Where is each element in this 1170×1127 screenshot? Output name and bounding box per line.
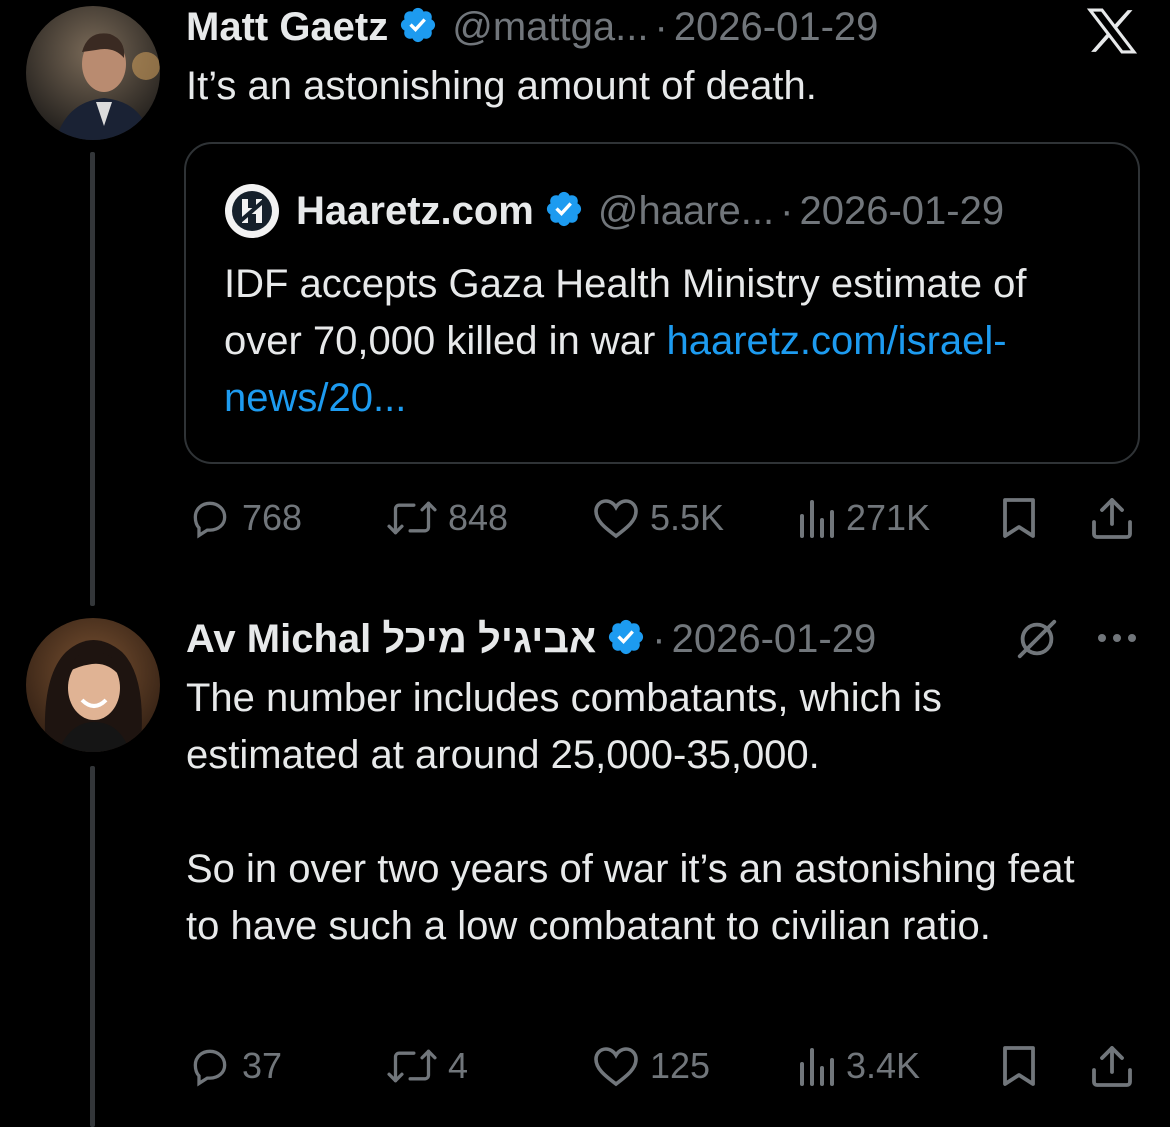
quote-author-name[interactable]: Haaretz.com — [296, 189, 534, 234]
tweet1-handle[interactable]: @mattga... — [452, 5, 648, 50]
repost-count: 848 — [448, 497, 509, 538]
reply-count: 768 — [242, 497, 303, 538]
reply-icon — [188, 1044, 232, 1088]
tweet2-paragraph-2: So in over two years of war it’s an asto… — [186, 847, 1075, 948]
share-icon — [1090, 1044, 1134, 1088]
like-count: 125 — [650, 1045, 711, 1086]
views-chart-icon — [796, 1044, 836, 1088]
tweet2-header: Av Michal אביגיל מיכל · 2026-01-29 — [186, 616, 876, 662]
separator-dot: · — [654, 4, 668, 49]
tweet2-author-name[interactable]: Av Michal אביגיל מיכל — [186, 617, 596, 662]
separator-dot: · — [652, 616, 666, 661]
thread-connector-line — [90, 766, 95, 1127]
verified-badge-icon — [606, 617, 646, 662]
views-chart-icon — [796, 496, 836, 540]
av-michal-avatar[interactable] — [26, 618, 160, 752]
tweet1-date[interactable]: 2026-01-29 — [674, 5, 879, 50]
tweet1-header: Matt Gaetz @mattga... · 2026-01-29 — [186, 4, 878, 50]
haaretz-logo-icon — [224, 183, 280, 239]
thread-connector-line — [90, 152, 95, 606]
quote-date[interactable]: 2026-01-29 — [799, 189, 1004, 234]
share-button[interactable] — [1090, 1044, 1134, 1088]
views-count: 271K — [846, 497, 931, 538]
verified-badge-icon — [544, 189, 584, 234]
separator-dot: · — [780, 188, 794, 233]
heart-icon — [592, 1044, 640, 1088]
tweet1-text: It’s an astonishing amount of death. — [186, 64, 817, 108]
views-count: 3.4K — [846, 1045, 921, 1086]
matt-gaetz-avatar[interactable] — [26, 6, 160, 140]
bookmark-icon — [998, 496, 1040, 540]
reply-button[interactable]: 768 — [188, 496, 302, 540]
tweet2-date[interactable]: 2026-01-29 — [672, 617, 877, 662]
heart-icon — [592, 496, 640, 540]
quote-text: IDF accepts Gaza Health Ministry estimat… — [224, 256, 1104, 427]
repost-icon — [386, 1044, 438, 1088]
x-logo-icon[interactable] — [1086, 8, 1138, 59]
share-button[interactable] — [1090, 496, 1134, 540]
like-count: 5.5K — [650, 497, 725, 538]
quote-header: Haaretz.com @haare... · 2026-01-29 — [224, 183, 1004, 239]
like-button[interactable]: 125 — [592, 1044, 710, 1088]
repost-count: 4 — [448, 1045, 469, 1086]
reply-count: 37 — [242, 1045, 283, 1086]
reply-button[interactable]: 37 — [188, 1044, 282, 1088]
repost-button[interactable]: 848 — [386, 496, 508, 540]
more-options-icon[interactable] — [1096, 630, 1138, 651]
bookmark-button[interactable] — [998, 496, 1040, 540]
bookmark-button[interactable] — [998, 1044, 1040, 1088]
verified-badge-icon — [398, 5, 438, 50]
reply-icon — [188, 496, 232, 540]
grok-icon[interactable] — [1014, 616, 1060, 667]
repost-button[interactable]: 4 — [386, 1044, 468, 1088]
repost-icon — [386, 496, 438, 540]
tweet2-text: The number includes combatants, which is… — [186, 670, 1116, 955]
tweet1-author-name[interactable]: Matt Gaetz — [186, 5, 388, 50]
like-button[interactable]: 5.5K — [592, 496, 724, 540]
quote-handle[interactable]: @haare... — [598, 189, 774, 234]
tweet2-paragraph-1: The number includes combatants, which is… — [186, 676, 942, 777]
bookmark-icon — [998, 1044, 1040, 1088]
views-button[interactable]: 271K — [796, 496, 930, 540]
share-icon — [1090, 496, 1134, 540]
views-button[interactable]: 3.4K — [796, 1044, 920, 1088]
